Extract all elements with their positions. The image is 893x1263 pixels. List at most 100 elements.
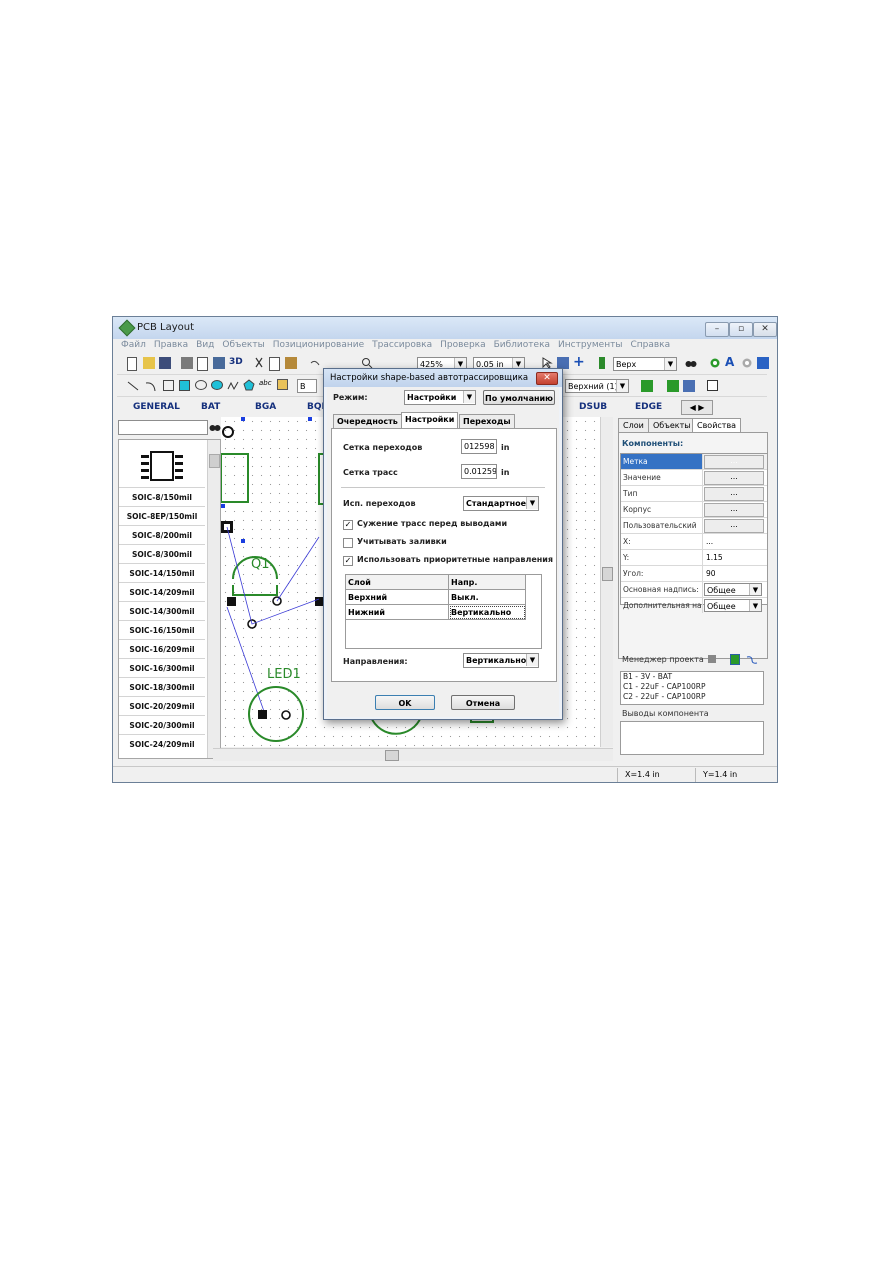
project-item[interactable]: B1 - 3V - BAT — [621, 672, 763, 682]
default-button[interactable]: По умолчанию — [483, 390, 555, 405]
copy-icon[interactable] — [269, 357, 280, 371]
hole-icon[interactable] — [741, 357, 753, 369]
library-item[interactable]: SOIC-8EP/150mil — [119, 506, 205, 526]
nets-view-icon[interactable] — [746, 654, 758, 666]
lib-tab-bga[interactable]: BGA — [255, 402, 276, 412]
tab-settings[interactable]: Настройки — [401, 412, 459, 429]
consider-fills-checkbox[interactable] — [343, 538, 353, 548]
canvas-hscrollbar[interactable] — [213, 748, 613, 761]
binoculars-icon[interactable] — [685, 357, 697, 369]
project-item[interactable]: C2 - 22uF - CAP100RP — [621, 692, 763, 702]
library-item[interactable]: SOIC-8/300mil — [119, 544, 205, 564]
mode-select[interactable]: Настройки ▼ — [404, 390, 476, 405]
save-icon[interactable] — [159, 357, 171, 369]
tab-layers[interactable]: Слои — [618, 418, 649, 433]
maximize-button[interactable]: ▫ — [729, 322, 753, 337]
prop-value[interactable]: 90 — [702, 566, 770, 581]
print-preview-icon[interactable] — [197, 357, 208, 371]
library-item[interactable]: SOIC-20/209mil — [119, 696, 205, 716]
grid-cell-layer[interactable]: Верхний — [346, 590, 449, 605]
scroll-thumb[interactable] — [209, 454, 220, 468]
menu-verify[interactable]: Проверка — [440, 339, 486, 352]
prop-row[interactable]: X:... — [621, 534, 767, 550]
narrow-traces-checkbox[interactable]: ✓ — [343, 520, 353, 530]
rectangle-icon[interactable] — [163, 380, 174, 391]
text-tool-icon[interactable]: A — [725, 355, 737, 369]
prop-button[interactable]: ... — [704, 487, 764, 501]
tab-order[interactable]: Очередность — [333, 414, 402, 429]
scroll-thumb[interactable] — [385, 750, 399, 761]
prop-value[interactable]: Общее ▼ — [702, 582, 767, 597]
grid-cell-direction[interactable]: Вертикально — [449, 605, 526, 620]
library-item[interactable]: SOIC-16/150mil — [119, 620, 205, 640]
layer2-select[interactable]: Верхний (1) ▼ — [565, 379, 629, 393]
library-item[interactable]: SOIC-14/300mil — [119, 601, 205, 621]
report-icon[interactable] — [213, 357, 225, 369]
properties-icon[interactable] — [707, 380, 718, 391]
prop-value[interactable]: ... — [702, 502, 767, 517]
cancel-button[interactable]: Отмена — [451, 695, 515, 710]
prop-value[interactable]: ... — [702, 470, 767, 485]
lib-tab-bat[interactable]: BAT — [201, 402, 220, 412]
library-item[interactable]: SOIC-14/209mil — [119, 582, 205, 602]
ok-button[interactable]: OK — [375, 695, 435, 710]
polygon-icon[interactable] — [243, 379, 255, 391]
prop-value[interactable]: ... — [702, 486, 767, 501]
prop-button[interactable]: ... — [704, 455, 764, 469]
open-icon[interactable] — [143, 357, 155, 369]
filled-ellipse-icon[interactable] — [211, 380, 223, 390]
scroll-thumb[interactable] — [602, 567, 613, 581]
menu-library[interactable]: Библиотека — [494, 339, 550, 352]
via-grid-input[interactable]: 012598 — [461, 439, 497, 454]
trace-grid-input[interactable]: 0.01259 — [461, 464, 497, 479]
prop-button[interactable]: ... — [704, 503, 764, 517]
prop-button[interactable]: ... — [704, 519, 764, 533]
paste-icon[interactable] — [285, 357, 297, 369]
prop-row[interactable]: Тип... — [621, 486, 767, 502]
grid-cell-direction[interactable]: Выкл. — [449, 590, 526, 605]
library-search-input[interactable] — [118, 420, 208, 435]
undo-icon[interactable] — [309, 357, 321, 369]
line-icon[interactable] — [127, 380, 139, 392]
menu-placement[interactable]: Позиционирование — [273, 339, 364, 352]
prop-row[interactable]: Метка... — [621, 454, 767, 470]
library-item[interactable]: SOIC-18/300mil — [119, 677, 205, 697]
expand-icon[interactable] — [708, 655, 716, 663]
view-3d-button[interactable]: 3D — [229, 357, 243, 367]
components-view-icon[interactable] — [730, 654, 740, 665]
prop-value[interactable]: 1.15 — [702, 550, 770, 565]
menu-edit[interactable]: Правка — [154, 339, 188, 352]
prop-row[interactable]: Дополнительная над Общее ▼ — [621, 598, 767, 613]
text-icon[interactable]: abc — [259, 379, 272, 391]
font-select[interactable]: B — [297, 379, 317, 393]
library-item[interactable]: SOIC-8/200mil — [119, 525, 205, 545]
prop-row[interactable]: Угол: 90 — [621, 566, 767, 582]
menu-routing[interactable]: Трассировка — [372, 339, 432, 352]
new-icon[interactable] — [127, 357, 137, 371]
library-item[interactable]: SOIC-14/150mil — [119, 563, 205, 583]
add-icon[interactable]: + — [573, 355, 585, 369]
lib-tab-dsub[interactable]: DSUB — [579, 402, 607, 412]
library-item[interactable]: SOIC-16/300mil — [119, 658, 205, 678]
close-button[interactable]: ✕ — [753, 322, 777, 337]
picture-icon[interactable] — [277, 379, 288, 390]
prop-value[interactable]: ... — [702, 518, 767, 533]
prop-row[interactable]: Значение... — [621, 470, 767, 486]
autoroute-icon[interactable] — [667, 380, 679, 392]
cut-icon[interactable] — [253, 357, 265, 369]
layer-select[interactable]: Верх ▼ — [613, 357, 677, 371]
tab-objects[interactable]: Объекты — [648, 418, 696, 433]
arc-icon[interactable] — [145, 380, 157, 392]
menu-tools[interactable]: Инструменты — [558, 339, 622, 352]
polyline-icon[interactable] — [227, 380, 239, 392]
filled-rectangle-icon[interactable] — [179, 380, 190, 391]
grid-cell-layer[interactable]: Нижний — [346, 605, 449, 620]
bom-icon[interactable] — [641, 380, 653, 392]
library-scrollbar[interactable] — [207, 440, 220, 758]
binoculars-icon[interactable] — [209, 421, 221, 433]
prop-row[interactable]: Корпус... — [621, 502, 767, 518]
menu-help[interactable]: Справка — [630, 339, 670, 352]
prop-row[interactable]: Основная надпись: Общее ▼ — [621, 582, 767, 598]
menu-file[interactable]: Файл — [121, 339, 146, 352]
canvas-vscrollbar[interactable] — [600, 417, 613, 747]
